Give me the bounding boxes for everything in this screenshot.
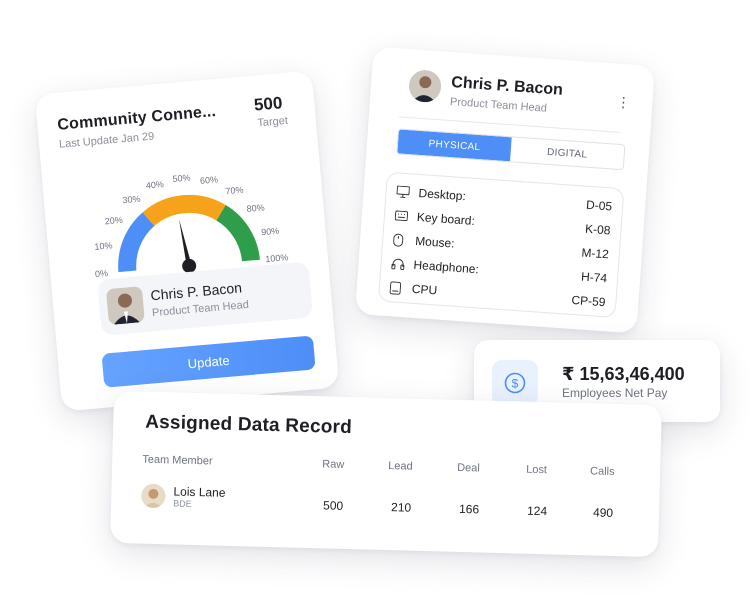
- gauge-segment: [118, 212, 155, 273]
- column-header-lost: Lost: [526, 463, 548, 477]
- gauge-tick-label: 40%: [145, 179, 164, 191]
- column-header-deal: Deal: [457, 461, 480, 475]
- device-code: K-08: [584, 221, 611, 238]
- target-value: 500: [253, 93, 284, 115]
- gauge-tick-label: 90%: [261, 226, 280, 238]
- cell-lead: 210: [390, 500, 412, 515]
- column-header-calls: Calls: [589, 465, 615, 478]
- device-type-tabs: PHYSICAL DIGITAL: [396, 128, 626, 171]
- cell-raw: 500: [322, 498, 344, 513]
- avatar: [407, 69, 443, 104]
- cell-deal: 166: [458, 501, 480, 517]
- gauge-tick-label: 50%: [172, 172, 191, 184]
- update-button[interactable]: Update: [101, 335, 316, 388]
- mouse-icon: [393, 232, 416, 248]
- gauge-tick-label: 0%: [95, 268, 109, 279]
- tab-digital[interactable]: DIGITAL: [510, 137, 624, 169]
- member-name: Lois Lane: [173, 484, 226, 500]
- gauge-card-title: Community Conne...: [56, 103, 217, 134]
- gauge-tick-label: 70%: [225, 185, 244, 197]
- gauge-tick-label: 20%: [104, 215, 123, 227]
- gauge-tick-label: 60%: [200, 174, 219, 186]
- gauge-tick-label: 100%: [265, 252, 289, 264]
- column-header-lead: Lead: [388, 460, 413, 473]
- user-name: Chris P. Bacon: [450, 74, 564, 99]
- cell-calls: 490: [592, 505, 614, 520]
- headphone-icon: [391, 256, 414, 272]
- avatar: [105, 286, 145, 326]
- cpu-icon: [389, 280, 412, 296]
- member-role: BDE: [173, 498, 192, 509]
- column-header-raw: Raw: [322, 458, 345, 471]
- svg-text:$: $: [512, 377, 519, 391]
- gauge-tick-label: 30%: [122, 194, 141, 206]
- device-code: D-05: [585, 197, 613, 214]
- assigned-data-record-card: Assigned Data Record Team Member Raw Lea…: [110, 390, 662, 558]
- net-pay-amount: ₹ 15,63,46,400: [562, 364, 685, 384]
- cell-lost: 124: [526, 503, 548, 519]
- device-label: CPU: [411, 281, 438, 298]
- user-role: Product Team Head: [449, 95, 548, 115]
- device-code: M-12: [580, 245, 610, 262]
- gauge-tick-label: 10%: [94, 240, 113, 252]
- gauge-segment: [216, 205, 260, 262]
- device-list: Desktop: D-05 Key board: K-08 Mouse: M-1…: [377, 171, 625, 319]
- community-gauge-card: Community Conne... Last Update Jan 29 50…: [34, 70, 340, 412]
- dollar-coin-icon: $: [492, 360, 538, 406]
- keyboard-icon: [394, 208, 417, 224]
- gauge-segment: [142, 194, 226, 227]
- target-label: Target: [256, 114, 289, 130]
- desktop-icon: [396, 184, 419, 200]
- device-code: H-74: [580, 269, 608, 286]
- device-code: CP-59: [570, 292, 606, 310]
- more-options-icon[interactable]: ⋮: [616, 94, 631, 112]
- table-title: Assigned Data Record: [144, 411, 353, 439]
- column-header-team-member: Team Member: [142, 453, 213, 468]
- tab-physical[interactable]: PHYSICAL: [397, 129, 512, 162]
- avatar: [141, 483, 166, 509]
- gauge-tick-label: 80%: [246, 202, 265, 214]
- net-pay-label: Employees Net Pay: [562, 386, 668, 400]
- devices-card: Chris P. Bacon Product Team Head ⋮ PHYSI…: [354, 46, 656, 334]
